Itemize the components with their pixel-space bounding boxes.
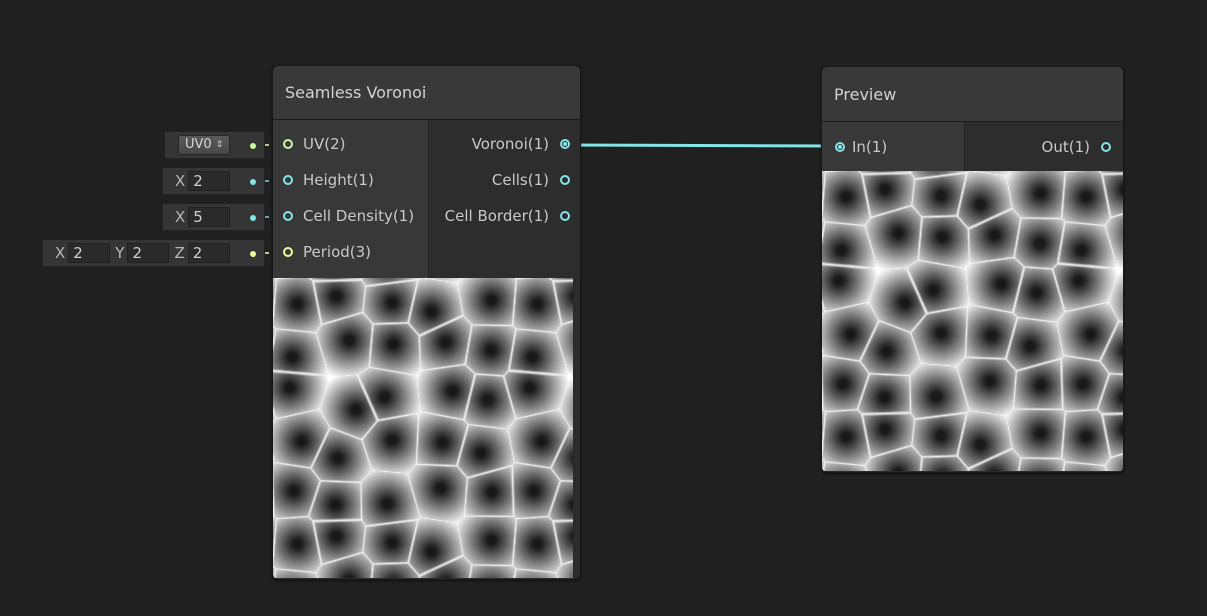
uv-channel-dropdown[interactable]: UV0 ⇕ xyxy=(178,135,231,155)
preview-output-image xyxy=(822,171,1123,471)
port-cell-border-label: Cell Border(1) xyxy=(444,207,549,225)
uv-channel-value: UV0 xyxy=(185,137,212,152)
cell-density-port-icon[interactable] xyxy=(283,211,293,221)
period-default-field: X 2 Y 2 Z 2 xyxy=(42,239,265,267)
port-period[interactable]: Period(3) xyxy=(273,234,428,270)
port-height[interactable]: Height(1) xyxy=(273,162,428,198)
uv-field-connector xyxy=(250,143,256,149)
port-in[interactable]: In(1) xyxy=(822,129,964,165)
uv-default-field: UV0 ⇕ xyxy=(164,131,265,159)
in-port-icon[interactable] xyxy=(835,142,845,152)
height-default-field: X 2 xyxy=(162,167,265,195)
port-cells[interactable]: Cells(1) xyxy=(429,162,580,198)
period-y-axis-label: Y xyxy=(115,244,125,262)
out-port-icon[interactable] xyxy=(1101,142,1111,152)
port-voronoi[interactable]: Voronoi(1) xyxy=(429,126,580,162)
port-out-label: Out(1) xyxy=(1041,138,1090,156)
period-port-icon[interactable] xyxy=(283,247,293,257)
input-ports: UV(2) Height(1) Cell Density(1) Period(3… xyxy=(273,120,429,278)
port-cell-border[interactable]: Cell Border(1) xyxy=(429,198,580,234)
node-title[interactable]: Preview xyxy=(822,67,1123,122)
port-period-label: Period(3) xyxy=(303,243,372,261)
port-height-label: Height(1) xyxy=(303,171,374,189)
seamless-voronoi-node[interactable]: Seamless Voronoi UV(2) Height(1) Cell De… xyxy=(272,65,581,580)
voronoi-port-icon[interactable] xyxy=(560,139,570,149)
preview-node[interactable]: Preview In(1) Out(1) xyxy=(821,66,1124,473)
cell-density-field-connector xyxy=(250,215,256,221)
height-value-input[interactable]: 2 xyxy=(188,171,231,191)
height-axis-label: X xyxy=(175,172,186,190)
cell-border-port-icon[interactable] xyxy=(560,211,570,221)
port-uv[interactable]: UV(2) xyxy=(273,126,428,162)
updown-arrows-icon: ⇕ xyxy=(215,140,224,150)
node-title[interactable]: Seamless Voronoi xyxy=(273,66,580,120)
port-uv-label: UV(2) xyxy=(303,135,346,153)
cell-density-axis-label: X xyxy=(175,208,186,226)
cell-density-default-field: X 5 xyxy=(162,203,265,231)
node-ports: In(1) Out(1) xyxy=(822,122,1123,171)
output-ports: Voronoi(1) Cells(1) Cell Border(1) xyxy=(429,120,580,278)
port-cell-density[interactable]: Cell Density(1) xyxy=(273,198,428,234)
output-ports: Out(1) xyxy=(965,122,1123,171)
voronoi-preview-image xyxy=(273,278,573,578)
port-cell-density-label: Cell Density(1) xyxy=(303,207,415,225)
node-ports: UV(2) Height(1) Cell Density(1) Period(3… xyxy=(273,120,580,278)
height-port-icon[interactable] xyxy=(283,175,293,185)
period-z-axis-label: Z xyxy=(174,244,185,262)
period-field-connector xyxy=(250,251,256,257)
cell-density-value-input[interactable]: 5 xyxy=(188,207,231,227)
period-z-input[interactable]: 2 xyxy=(187,243,230,263)
period-x-axis-label: X xyxy=(55,244,66,262)
height-field-connector xyxy=(250,179,256,185)
port-voronoi-label: Voronoi(1) xyxy=(471,135,549,153)
input-ports: In(1) xyxy=(822,122,965,171)
uv-port-icon[interactable] xyxy=(283,139,293,149)
period-y-input[interactable]: 2 xyxy=(127,243,170,263)
graph-canvas[interactable]: UV0 ⇕ X 2 X 5 X 2 Y 2 Z 2 Seamless Voron… xyxy=(0,0,1207,616)
port-out[interactable]: Out(1) xyxy=(965,129,1123,165)
period-x-input[interactable]: 2 xyxy=(68,243,111,263)
cells-port-icon[interactable] xyxy=(560,175,570,185)
wire-voronoi-to-preview[interactable] xyxy=(565,143,835,148)
port-cells-label: Cells(1) xyxy=(491,171,549,189)
port-in-label: In(1) xyxy=(852,138,888,156)
